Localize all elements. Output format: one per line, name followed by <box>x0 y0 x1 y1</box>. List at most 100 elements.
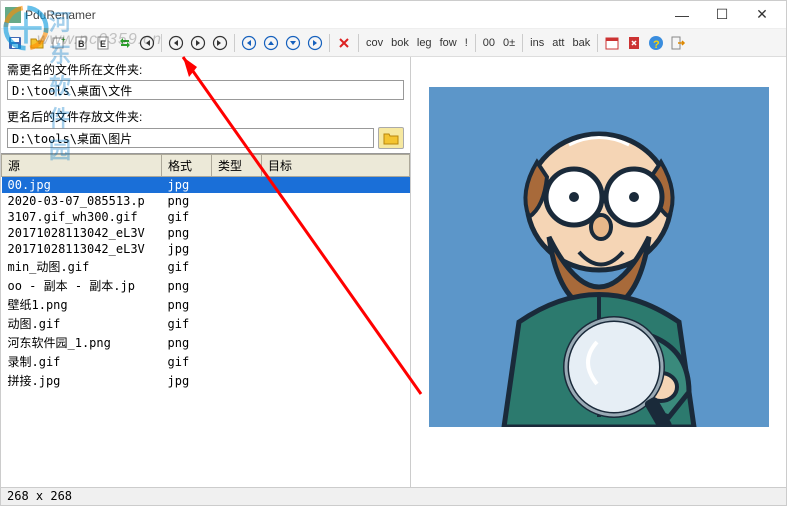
minimize-button[interactable]: — <box>662 2 702 28</box>
table-row[interactable]: 3107.gif_wh300.gifgif <box>2 209 410 225</box>
tb-cov[interactable]: cov <box>363 37 386 49</box>
tool-open-icon[interactable] <box>27 33 47 53</box>
image-preview <box>429 87 769 427</box>
tool-doc-b-icon[interactable]: B <box>71 33 91 53</box>
table-row[interactable]: oo - 副本 - 副本.jppng <box>2 276 410 295</box>
tool-add-icon[interactable]: + <box>49 33 69 53</box>
cell-type <box>212 371 262 390</box>
tool-calendar-icon[interactable] <box>602 33 622 53</box>
preview-panel <box>411 57 786 487</box>
cell-filename: 河东软件园_1.png <box>2 333 162 352</box>
file-table: 源格式类型目标 00.jpgjpg2020-03-07_085513.ppng3… <box>1 154 410 390</box>
tb-att[interactable]: att <box>549 37 567 49</box>
cell-format: jpg <box>162 177 212 194</box>
tb-0pm[interactable]: 0± <box>500 37 518 49</box>
tool-green-exchange-icon[interactable] <box>115 33 135 53</box>
tool-delete-icon[interactable] <box>334 33 354 53</box>
tool-first-icon[interactable] <box>137 33 157 53</box>
cell-target <box>262 314 410 333</box>
toolbar: + B E cov bok leg fow ! 00 0± ins att ba… <box>1 29 786 57</box>
content-area: 需更名的文件所在文件夹: 更名后的文件存放文件夹: 源格式类型目标 00.jpg… <box>1 57 786 487</box>
table-row[interactable]: 拼接.jpgjpg <box>2 371 410 390</box>
cell-target <box>262 333 410 352</box>
cell-type <box>212 276 262 295</box>
table-row[interactable]: 2020-03-07_085513.ppng <box>2 193 410 209</box>
status-text: 268 x 268 <box>7 489 72 503</box>
cell-filename: 20171028113042_eL3V <box>2 241 162 257</box>
tool-last-icon[interactable] <box>210 33 230 53</box>
column-header[interactable]: 类型 <box>212 155 262 177</box>
cell-type <box>212 333 262 352</box>
tb-bak[interactable]: bak <box>569 37 593 49</box>
table-row[interactable]: 00.jpgjpg <box>2 177 410 194</box>
tb-ins[interactable]: ins <box>527 37 547 49</box>
column-header[interactable]: 源 <box>2 155 162 177</box>
tb-exclaim[interactable]: ! <box>462 37 471 49</box>
table-row[interactable]: 河东软件园_1.pngpng <box>2 333 410 352</box>
tool-right-icon[interactable] <box>305 33 325 53</box>
tool-save-icon[interactable] <box>5 33 25 53</box>
close-button[interactable]: ✕ <box>742 2 782 28</box>
source-path-input[interactable] <box>7 80 404 100</box>
app-icon <box>5 7 21 23</box>
tool-down-icon[interactable] <box>283 33 303 53</box>
cell-format: png <box>162 276 212 295</box>
cell-format: jpg <box>162 241 212 257</box>
cell-format: png <box>162 193 212 209</box>
toolbar-separator <box>475 34 476 52</box>
tool-next-icon[interactable] <box>188 33 208 53</box>
cell-filename: 2020-03-07_085513.p <box>2 193 162 209</box>
dest-path-label: 更名后的文件存放文件夹: <box>7 108 404 125</box>
tool-help-icon[interactable]: ? <box>646 33 666 53</box>
cell-filename: 壁纸1.png <box>2 295 162 314</box>
cell-filename: 00.jpg <box>2 177 162 194</box>
svg-text:?: ? <box>653 39 660 51</box>
cell-type <box>212 241 262 257</box>
folder-open-icon <box>383 131 399 145</box>
cell-type <box>212 295 262 314</box>
toolbar-separator <box>358 34 359 52</box>
cell-type <box>212 209 262 225</box>
tb-00[interactable]: 00 <box>480 37 498 49</box>
tb-fow[interactable]: fow <box>437 37 460 49</box>
maximize-button[interactable]: ☐ <box>702 2 742 28</box>
table-row[interactable]: 壁纸1.pngpng <box>2 295 410 314</box>
tb-leg[interactable]: leg <box>414 37 435 49</box>
cell-filename: 动图.gif <box>2 314 162 333</box>
cell-filename: 20171028113042_eL3V <box>2 225 162 241</box>
tool-prev-icon[interactable] <box>166 33 186 53</box>
browse-button[interactable] <box>378 127 404 149</box>
cell-filename: 3107.gif_wh300.gif <box>2 209 162 225</box>
svg-text:+: + <box>61 35 66 44</box>
cell-type <box>212 193 262 209</box>
tool-pdf-icon[interactable] <box>624 33 644 53</box>
cell-type <box>212 314 262 333</box>
table-row[interactable]: 录制.gifgif <box>2 352 410 371</box>
cell-format: jpg <box>162 371 212 390</box>
table-row[interactable]: 20171028113042_eL3Vpng <box>2 225 410 241</box>
table-row[interactable]: 动图.gifgif <box>2 314 410 333</box>
tb-bok[interactable]: bok <box>388 37 412 49</box>
table-row[interactable]: 20171028113042_eL3Vjpg <box>2 241 410 257</box>
tool-left-icon[interactable] <box>239 33 259 53</box>
tool-up-icon[interactable] <box>261 33 281 53</box>
titlebar: PduRenamer — ☐ ✕ <box>1 1 786 29</box>
left-panel: 需更名的文件所在文件夹: 更名后的文件存放文件夹: 源格式类型目标 00.jpg… <box>1 57 411 487</box>
dest-path-input[interactable] <box>7 128 374 148</box>
window-controls: — ☐ ✕ <box>662 2 782 28</box>
cell-type <box>212 225 262 241</box>
column-header[interactable]: 目标 <box>262 155 410 177</box>
toolbar-separator <box>522 34 523 52</box>
svg-text:B: B <box>78 39 85 49</box>
column-header[interactable]: 格式 <box>162 155 212 177</box>
file-table-wrap[interactable]: 源格式类型目标 00.jpgjpg2020-03-07_085513.ppng3… <box>1 153 410 487</box>
table-row[interactable]: min_动图.gifgif <box>2 257 410 276</box>
tool-exit-icon[interactable] <box>668 33 688 53</box>
tool-doc-e-icon[interactable]: E <box>93 33 113 53</box>
source-path-section: 需更名的文件所在文件夹: <box>1 57 410 104</box>
cell-format: gif <box>162 257 212 276</box>
cell-format: gif <box>162 352 212 371</box>
cell-target <box>262 241 410 257</box>
toolbar-separator <box>597 34 598 52</box>
svg-text:E: E <box>100 39 106 49</box>
